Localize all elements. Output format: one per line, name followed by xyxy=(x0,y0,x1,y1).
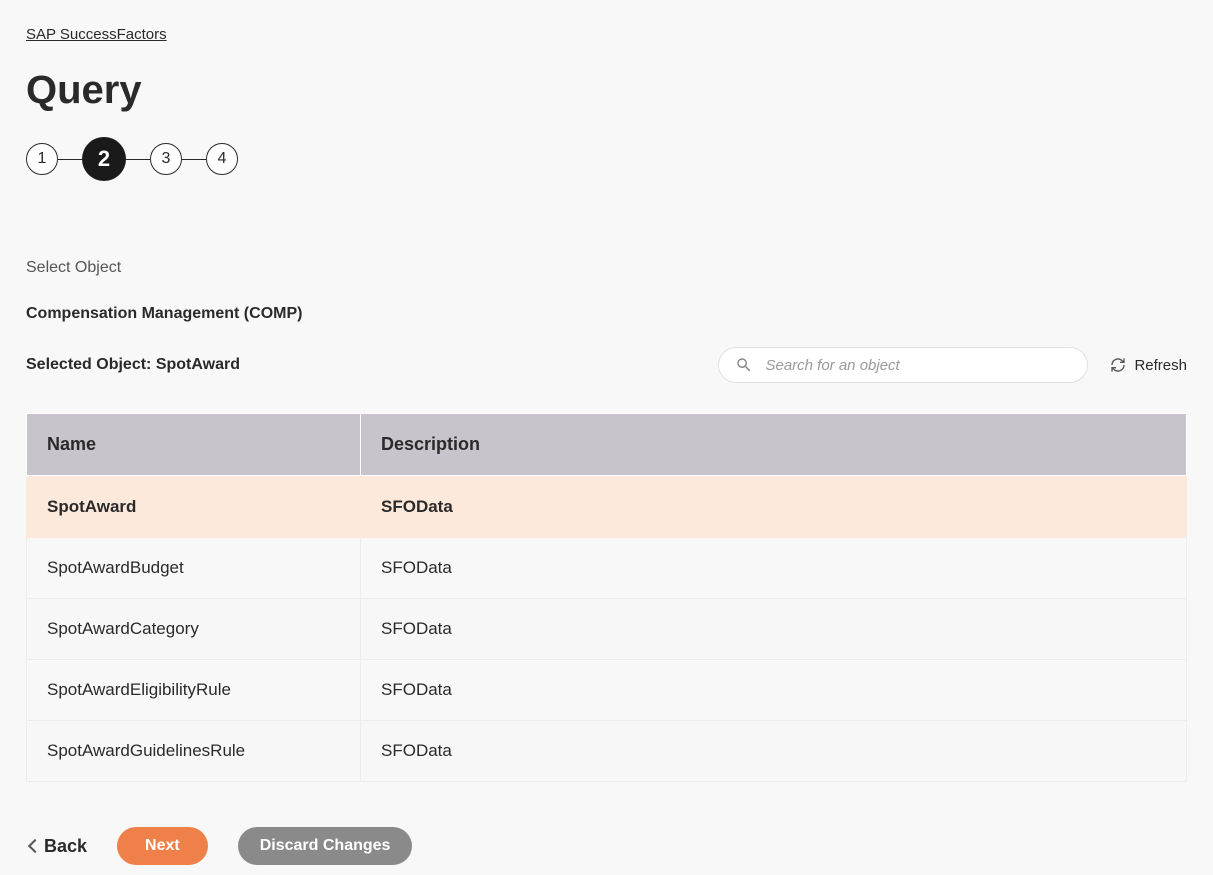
step-connector xyxy=(182,159,206,160)
search-icon xyxy=(735,356,753,374)
refresh-icon xyxy=(1110,357,1126,373)
table-cell-name: SpotAward xyxy=(27,477,361,538)
table-row[interactable]: SpotAwardCategorySFOData xyxy=(27,599,1187,660)
table-cell-description: SFOData xyxy=(361,721,1187,782)
step-2[interactable]: 2 xyxy=(82,137,126,181)
search-wrapper xyxy=(718,347,1088,383)
breadcrumb[interactable]: SAP SuccessFactors xyxy=(26,26,167,43)
table-row[interactable]: SpotAwardGuidelinesRuleSFOData xyxy=(27,721,1187,782)
step-connector xyxy=(58,159,82,160)
section-label: Select Object xyxy=(26,259,1187,277)
footer-buttons: Back Next Discard Changes xyxy=(26,827,1187,865)
table-cell-description: SFOData xyxy=(361,477,1187,538)
table-header-description: Description xyxy=(361,414,1187,476)
table-header-name: Name xyxy=(27,414,361,476)
chevron-left-icon xyxy=(28,839,42,853)
step-connector xyxy=(126,159,150,160)
table-row[interactable]: SpotAwardSFOData xyxy=(27,477,1187,538)
table-cell-description: SFOData xyxy=(361,538,1187,599)
wizard-stepper: 1 2 3 4 xyxy=(26,137,1187,181)
step-1[interactable]: 1 xyxy=(26,143,58,175)
step-4[interactable]: 4 xyxy=(206,143,238,175)
table-cell-description: SFOData xyxy=(361,660,1187,721)
back-button-label: Back xyxy=(44,836,87,857)
table-body-scroll[interactable]: SpotAwardSFODataSpotAwardBudgetSFODataSp… xyxy=(26,476,1187,787)
refresh-label: Refresh xyxy=(1134,357,1187,374)
next-button[interactable]: Next xyxy=(117,827,208,865)
object-table: Name Description SpotAwardSFODataSpotAwa… xyxy=(26,413,1187,787)
table-row[interactable]: SpotAwardBudgetSFOData xyxy=(27,538,1187,599)
table-cell-name: SpotAwardEligibilityRule xyxy=(27,660,361,721)
table-cell-name: SpotAwardCategory xyxy=(27,599,361,660)
step-3[interactable]: 3 xyxy=(150,143,182,175)
discard-button[interactable]: Discard Changes xyxy=(238,827,413,865)
search-input[interactable] xyxy=(765,357,1071,374)
table-cell-description: SFOData xyxy=(361,599,1187,660)
category-label: Compensation Management (COMP) xyxy=(26,305,1187,323)
selected-object-label: Selected Object: SpotAward xyxy=(26,356,240,374)
page-title: Query xyxy=(26,68,1187,113)
refresh-button[interactable]: Refresh xyxy=(1110,357,1187,374)
table-cell-name: SpotAwardGuidelinesRule xyxy=(27,721,361,782)
table-cell-name: SpotAwardBudget xyxy=(27,538,361,599)
back-button[interactable]: Back xyxy=(30,836,87,857)
table-row[interactable]: SpotAwardEligibilityRuleSFOData xyxy=(27,660,1187,721)
